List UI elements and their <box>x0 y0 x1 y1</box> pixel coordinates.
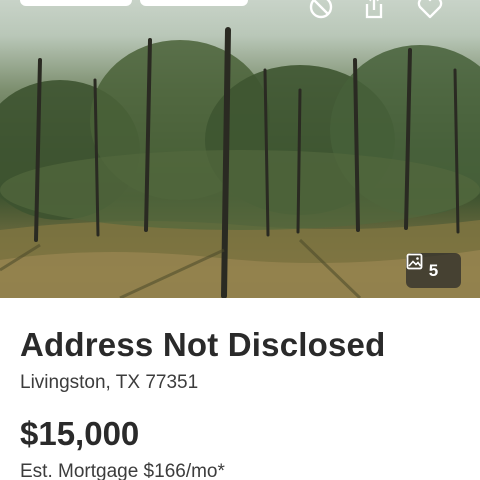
share-button[interactable] <box>362 0 396 24</box>
listing-price: $15,000 <box>20 415 140 452</box>
photo-count-label: 5 <box>428 260 439 280</box>
save-favorite-button[interactable] <box>416 0 450 24</box>
status-badges <box>20 0 248 6</box>
hide-listing-button[interactable] <box>308 0 342 24</box>
listing-address: Address Not Disclosed <box>20 326 386 363</box>
image-icon <box>406 253 423 270</box>
listing-location: Livingston, TX 77351 <box>20 372 199 393</box>
status-badge <box>140 0 248 6</box>
estimated-mortgage: Est. Mortgage $166/mo* <box>20 461 225 480</box>
status-badge <box>20 0 132 6</box>
heart-icon <box>417 0 443 19</box>
listing-details[interactable]: Address Not Disclosed Livingston, TX 773… <box>20 326 460 480</box>
share-icon <box>365 0 383 19</box>
listing-photo[interactable]: 5 <box>0 0 480 298</box>
photo-count-button[interactable]: 5 <box>406 253 461 288</box>
hide-icon <box>309 0 333 19</box>
